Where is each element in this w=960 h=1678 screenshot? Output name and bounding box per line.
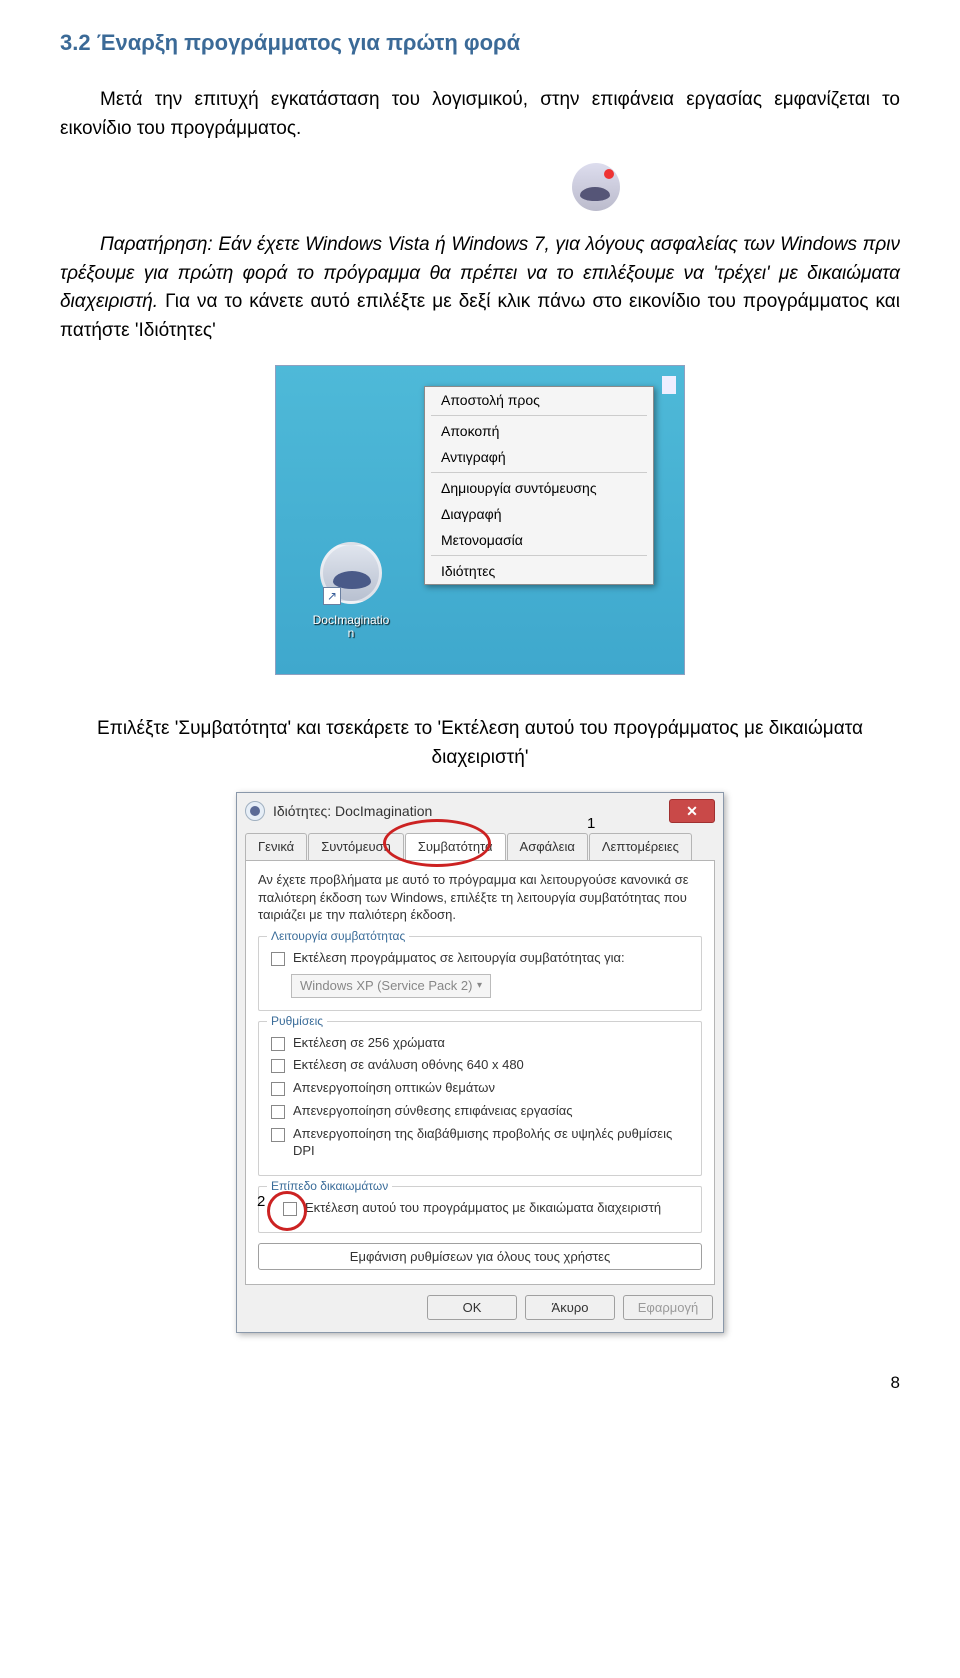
ok-button[interactable]: OK — [427, 1295, 517, 1320]
menu-divider — [431, 472, 647, 473]
compat-os-select[interactable]: Windows XP (Service Pack 2) ▾ — [291, 974, 491, 998]
checkbox-icon — [271, 1128, 285, 1142]
menu-divider — [431, 415, 647, 416]
checkbox-icon — [283, 1202, 297, 1216]
setting-640x480[interactable]: Εκτέλεση σε ανάλυση οθόνης 640 x 480 — [269, 1054, 691, 1077]
menu-delete[interactable]: Διαγραφή — [425, 501, 653, 527]
paragraph-intro: Μετά την επιτυχή εγκατάσταση του λογισμι… — [60, 86, 900, 143]
dialog-icon — [245, 801, 265, 821]
checkbox-icon — [271, 1082, 285, 1096]
screenshot-desktop: Αποστολή προς Αποκοπή Αντιγραφή Δημιουργ… — [275, 365, 685, 675]
tab-general[interactable]: Γενικά — [245, 833, 307, 860]
annotation-number-1: 1 — [587, 815, 595, 832]
screenshot-properties-dialog: Ιδιότητες: DocImagination ✕ 1 Γενικά Συν… — [236, 792, 724, 1333]
annotation-number-2: 2 — [257, 1193, 265, 1210]
tab-compatibility[interactable]: Συμβατότητα — [405, 833, 506, 860]
setting-disable-composition[interactable]: Απενεργοποίηση σύνθεσης επιφάνειας εργασ… — [269, 1100, 691, 1123]
note-tail: Για να το κάνετε αυτό επιλέξτε με δεξί κ… — [60, 291, 900, 341]
setting-disable-themes[interactable]: Απενεργοποίηση οπτικών θεμάτων — [269, 1077, 691, 1100]
chevron-down-icon: ▾ — [477, 980, 482, 991]
paragraph-note: Παρατήρηση: Εάν έχετε Windows Vista ή Wi… — [60, 231, 900, 345]
tab-security[interactable]: Ασφάλεια — [507, 833, 588, 860]
desktop-icon[interactable]: ↗ DocImaginatio n — [304, 542, 398, 640]
menu-cut[interactable]: Αποκοπή — [425, 418, 653, 444]
section-heading: 3.2 Έναρξη προγράμματος για πρώτη φορά — [60, 30, 900, 56]
checkbox-icon — [271, 1105, 285, 1119]
app-icon — [572, 163, 620, 211]
shortcut-arrow-icon: ↗ — [323, 587, 341, 605]
menu-send-to[interactable]: Αποστολή προς — [425, 387, 653, 413]
apply-button[interactable]: Εφαρμογή — [623, 1295, 713, 1320]
desktop-corner — [662, 376, 676, 394]
tab-details[interactable]: Λεπτομέρειες — [589, 833, 692, 860]
checkbox-icon — [271, 1037, 285, 1051]
cancel-button[interactable]: Άκυρο — [525, 1295, 615, 1320]
context-menu: Αποστολή προς Αποκοπή Αντιγραφή Δημιουργ… — [424, 386, 654, 585]
group-compat-mode: Λειτουργία συμβατότητας Εκτέλεση προγράμ… — [258, 936, 702, 1011]
menu-create-shortcut[interactable]: Δημιουργία συντόμευσης — [425, 475, 653, 501]
menu-divider — [431, 555, 647, 556]
dialog-body: Αν έχετε προβλήματα με αυτό το πρόγραμμα… — [245, 860, 715, 1285]
group-legend: Ρυθμίσεις — [267, 1014, 327, 1028]
group-legend: Λειτουργία συμβατότητας — [267, 929, 409, 943]
checkbox-icon — [271, 952, 285, 966]
paragraph-instruction: Επιλέξτε 'Συμβατότητα' και τσεκάρετε το … — [60, 715, 900, 772]
group-settings: Ρυθμίσεις Εκτέλεση σε 256 χρώματα Εκτέλε… — [258, 1021, 702, 1176]
menu-rename[interactable]: Μετονομασία — [425, 527, 653, 553]
show-all-users-button[interactable]: Εμφάνιση ρυθμίσεων για όλους τους χρήστε… — [258, 1243, 702, 1270]
group-legend: Επίπεδο δικαιωμάτων — [267, 1179, 392, 1193]
menu-copy[interactable]: Αντιγραφή — [425, 444, 653, 470]
menu-properties[interactable]: Ιδιότητες — [425, 558, 653, 584]
app-icon: ↗ — [320, 542, 382, 604]
dialog-title: Ιδιότητες: DocImagination — [273, 803, 669, 819]
compat-description: Αν έχετε προβλήματα με αυτό το πρόγραμμα… — [258, 871, 702, 924]
tab-shortcut[interactable]: Συντόμευση — [308, 833, 404, 860]
close-button[interactable]: ✕ — [669, 799, 715, 823]
dialog-titlebar: Ιδιότητες: DocImagination ✕ — [237, 793, 723, 829]
setting-disable-dpi[interactable]: Απενεργοποίηση της διαβάθμισης προβολής … — [269, 1123, 691, 1163]
checkbox-icon — [271, 1059, 285, 1073]
compat-mode-checkbox[interactable]: Εκτέλεση προγράμματος σε λειτουργία συμβ… — [269, 947, 691, 970]
page-number: 8 — [60, 1373, 900, 1393]
setting-256-colors[interactable]: Εκτέλεση σε 256 χρώματα — [269, 1032, 691, 1055]
dialog-buttons: OK Άκυρο Εφαρμογή — [237, 1285, 723, 1332]
group-privilege: Επίπεδο δικαιωμάτων 2 Εκτέλεση αυτού του… — [258, 1186, 702, 1233]
setting-run-as-admin[interactable]: Εκτέλεση αυτού του προγράμματος με δικαι… — [269, 1197, 691, 1220]
tabs-row: 1 Γενικά Συντόμευση Συμβατότητα Ασφάλεια… — [237, 833, 723, 860]
desktop-icon-label: DocImaginatio n — [304, 614, 398, 640]
program-icon-inline — [60, 163, 900, 211]
